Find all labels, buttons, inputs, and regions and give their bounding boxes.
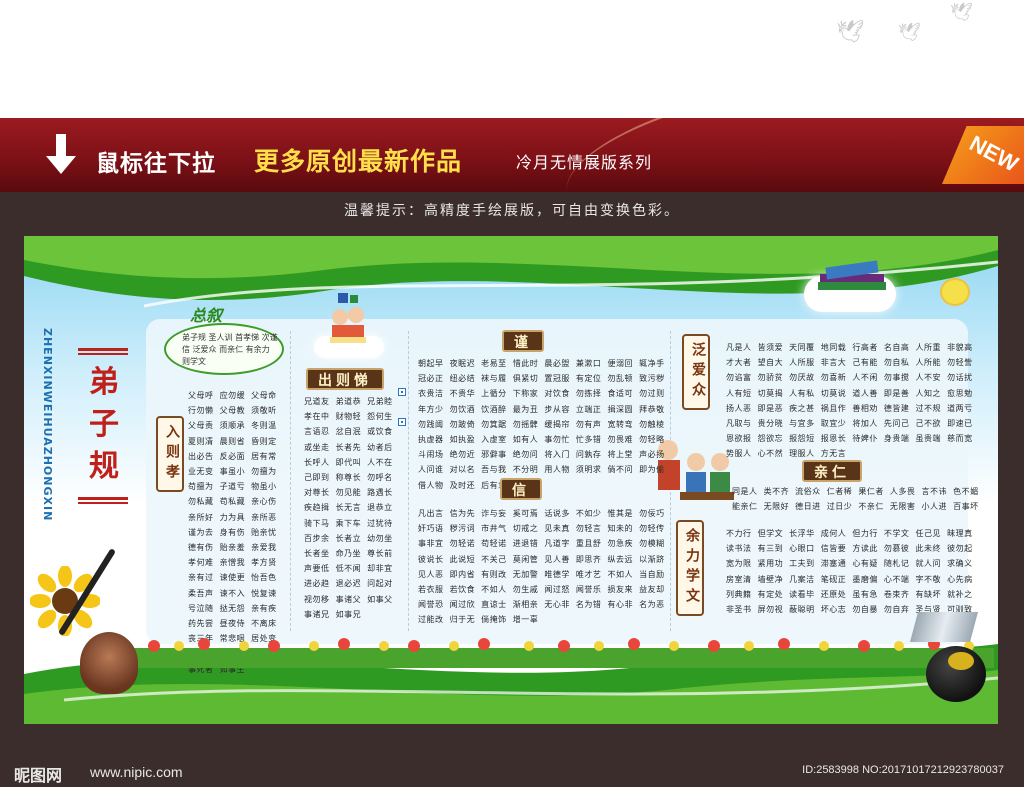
promo-banner[interactable]: 鼠标往下拉 更多原创最新作品 冷月无情展版系列 — [0, 118, 1024, 192]
dove-icon: 🕊 — [898, 22, 921, 43]
banner-main-text[interactable]: 更多原创最新作品 — [254, 142, 462, 178]
footer-logo: 昵图网 — [14, 766, 63, 785]
top-blank-area: 🕊 🕊 🕊 — [0, 0, 1024, 118]
section-label-yulixuewen: 余力学文 — [676, 520, 704, 616]
column-divider — [408, 331, 409, 631]
zongxu-text: 弟子规 圣人训 首孝悌 次谨信 泛爱众 而亲仁 有余力 则学文 — [182, 333, 278, 366]
text-xin: 凡出言 信为先 诈与妄 奚可焉 话说多 不如少 惟其是 勿佞巧 奸巧语 秽污词 … — [418, 509, 665, 625]
footer-url[interactable]: www.nipic.com — [90, 764, 183, 780]
tulip-row-decoration — [134, 638, 994, 668]
banner-series-text: 冷月无情展版系列 — [516, 153, 653, 172]
section-label-fanaizhong: 泛爱众 — [682, 334, 710, 410]
text-qinren: 同是人 类不齐 流俗众 仁者稀 果仁者 人多畏 言不讳 色不媚 能亲仁 无限好 … — [732, 487, 979, 512]
smiling-sun-icon — [940, 278, 970, 306]
tip-text: 温馨提示：高精度手绘展版，可自由变换色彩。 — [344, 203, 680, 219]
text-fanaizhong: 凡是人 皆须爱 天同覆 地同载 行高者 名自高 人所重 非貌高 才大者 望自大 … — [726, 343, 973, 459]
text-chuti: 兄道友 弟道恭 兄弟睦 孝在中 财物轻 怨何生 言语忍 忿自泯 或饮食 或坐走 … — [304, 397, 393, 619]
text-yulixuewen: 不力行 但学文 长浮华 成何人 但力行 不学文 任己见 昧理真 读书法 有三到 … — [726, 529, 973, 615]
section-label-ruxiao: 入则孝 — [156, 416, 184, 492]
arrow-down-icon — [46, 134, 76, 174]
books-icon — [818, 260, 886, 290]
section-label-qinren: 亲仁 — [802, 460, 862, 482]
text-jin: 朝起早 夜眠迟 老易至 惜此时 晨必盥 兼漱口 便溺回 辄净手 冠必正 纽必结 … — [418, 359, 665, 490]
paper-scroll-icon — [909, 612, 979, 642]
column-divider — [290, 331, 291, 631]
pinyin-vertical: ZHENXINWEIHUAZHONGXIN — [41, 328, 54, 522]
dizigui-poster: ZHENXINWEIHUAZHONGXIN 弟子规 总叙 弟子规 圣人训 首孝悌… — [24, 236, 998, 724]
banner-lead-text: 鼠标往下拉 — [96, 151, 216, 177]
section-label-jin: 谨 — [502, 330, 544, 352]
section-label-xin: 信 — [500, 478, 542, 500]
section-label-chuti: 出则悌 — [306, 368, 384, 390]
poster-title-text: 弟子规 — [89, 365, 119, 484]
footer-image-id: ID:2583998 NO:20171017212923780037 — [802, 764, 1004, 776]
reading-kids-icon — [330, 293, 366, 343]
zongxu-oval: 弟子规 圣人训 首孝悌 次谨信 泛爱众 而亲仁 有余力 则学文 — [164, 323, 284, 375]
bluebox-marker — [398, 388, 406, 396]
ink-pot-icon — [926, 646, 986, 702]
dove-icon: 🕊 — [836, 20, 864, 45]
inkstone-icon — [80, 632, 138, 694]
dove-icon: 🕊 — [950, 2, 973, 23]
poster-title: 弟子规 — [74, 348, 132, 504]
bluebox-marker — [398, 418, 406, 426]
